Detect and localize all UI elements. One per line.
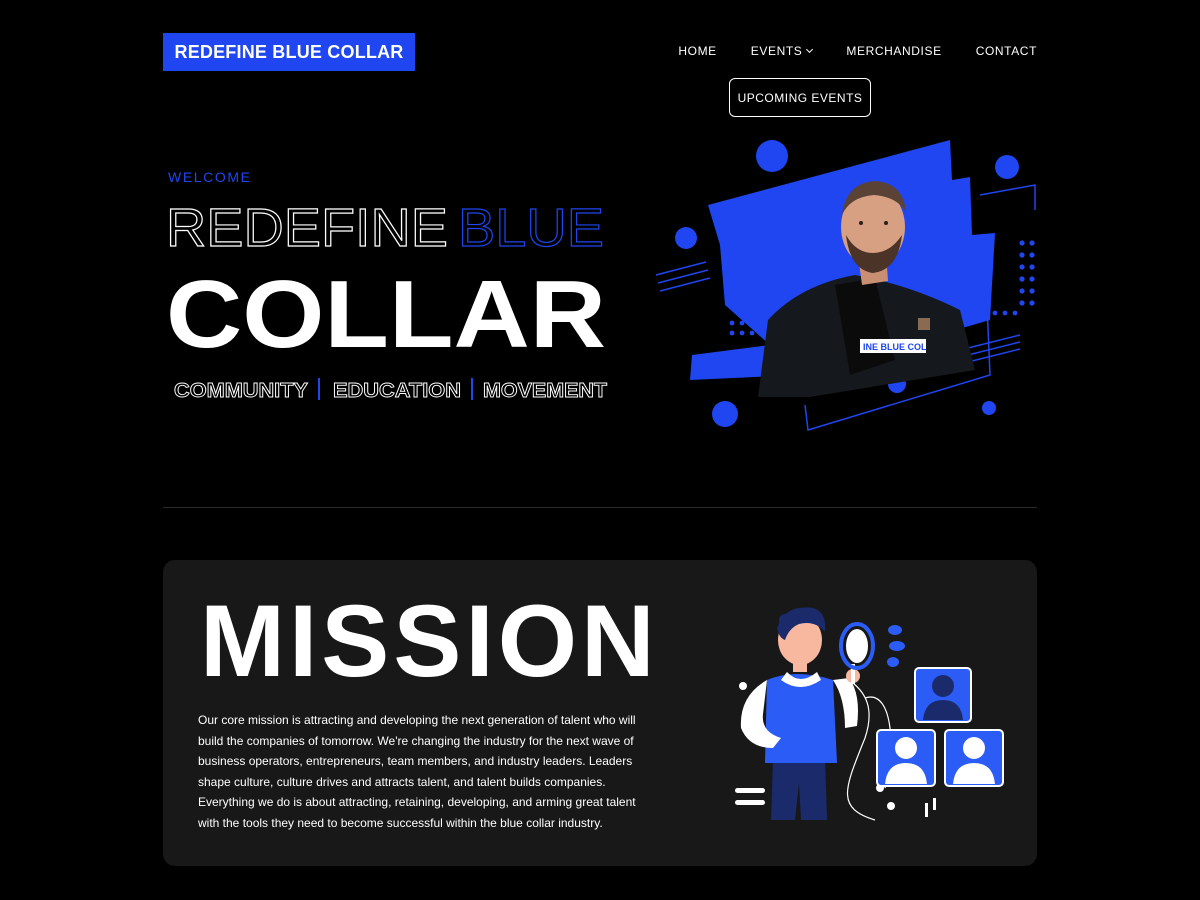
decor-drop: [888, 625, 902, 635]
upcoming-events-button[interactable]: UPCOMING EVENTS: [729, 78, 871, 117]
hero-portrait: INE BLUE COL: [655, 140, 1036, 431]
user-avatar-icon: [914, 667, 972, 723]
decor-bar: [925, 803, 928, 817]
hero-collar: COLLAR: [166, 261, 606, 362]
section-divider: [163, 507, 1037, 508]
decor-circle: [756, 140, 788, 172]
main-nav: HOME EVENTS MERCHANDISE CONTACT: [678, 44, 1037, 58]
decor-circle: [712, 401, 738, 427]
tagline-divider: [471, 378, 473, 400]
decor-drop: [889, 641, 905, 651]
hero-outline-redefine: REDEFINE: [166, 198, 448, 258]
hero-taglines: COMMUNITY EDUCATION MOVEMENT: [174, 378, 607, 402]
decor-dot: [739, 682, 747, 690]
mission-illustration: [735, 607, 1004, 821]
decor-frame: [979, 184, 1036, 210]
decor-dash: [735, 788, 765, 793]
nav-home[interactable]: HOME: [678, 44, 716, 58]
decor-circle: [982, 401, 996, 415]
nav-events-label: EVENTS: [750, 44, 803, 58]
nav-contact[interactable]: CONTACT: [976, 44, 1037, 58]
mission-text: Our core mission is attracting and devel…: [198, 713, 636, 830]
decor-drop: [887, 657, 899, 667]
welcome-label: WELCOME: [168, 169, 252, 185]
user-avatar-icon: [944, 729, 1004, 787]
decor-dash: [735, 800, 765, 805]
tagline-education: EDUCATION: [333, 380, 461, 402]
decor-dot: [887, 802, 895, 810]
chevron-down-icon: [806, 45, 814, 54]
tagline-community: COMMUNITY: [174, 380, 309, 402]
hero-outline-blue: BLUE: [458, 198, 604, 258]
shirt-text: INE BLUE COL: [863, 342, 927, 352]
decor-circle: [995, 155, 1019, 179]
tagline-divider: [318, 378, 320, 400]
decor-bar: [933, 798, 936, 810]
decor-circle: [675, 227, 697, 249]
nav-events[interactable]: EVENTS: [750, 44, 814, 58]
tagline-movement: MOVEMENT: [483, 380, 607, 402]
hero-headline: REDEFINE BLUE COLLAR: [165, 197, 606, 362]
nav-merchandise[interactable]: MERCHANDISE: [846, 44, 941, 58]
logo[interactable]: REDEFINE BLUE COLLAR: [163, 33, 415, 71]
mission-title: MISSION: [200, 584, 659, 698]
user-avatar-icon: [876, 729, 936, 787]
